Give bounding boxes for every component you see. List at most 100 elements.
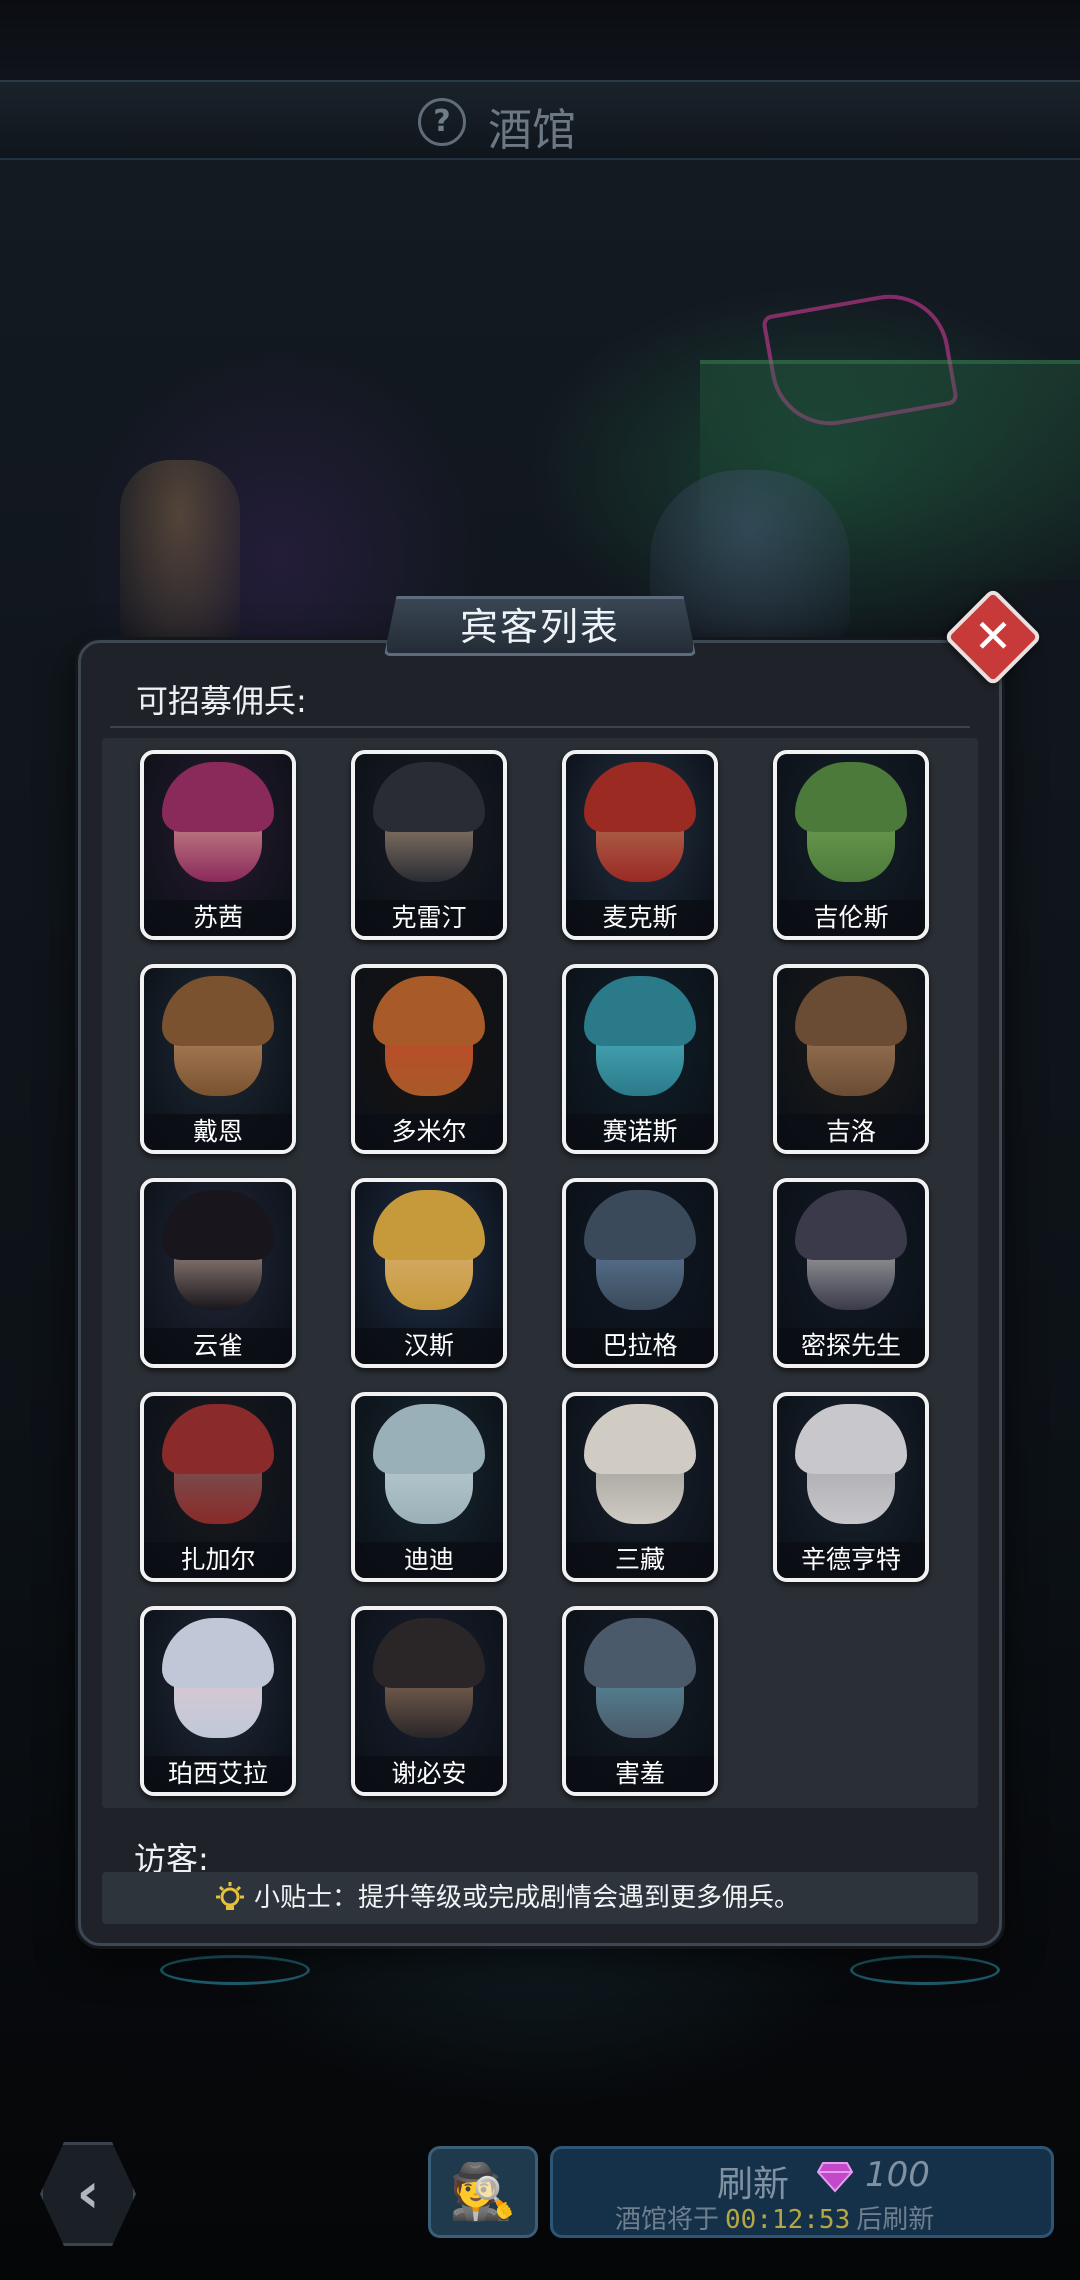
spy-icon: 🕵 xyxy=(449,2160,517,2223)
mercenary-card[interactable]: 云雀 xyxy=(140,1178,296,1368)
mercenary-name: 三藏 xyxy=(566,1542,714,1578)
tip-bar: 小贴士：提升等级或完成剧情会遇到更多佣兵。 xyxy=(102,1872,978,1924)
mercenary-portrait xyxy=(144,1610,292,1760)
mercenary-name: 麦克斯 xyxy=(566,900,714,936)
mercenary-name: 吉伦斯 xyxy=(777,900,925,936)
section-divider xyxy=(110,726,970,728)
mercenary-card[interactable]: 多米尔 xyxy=(351,964,507,1154)
mercenary-portrait xyxy=(144,1396,292,1546)
mercenary-grid: 苏茜 克雷汀 麦克斯 吉伦斯戴恩 多米尔 赛诺斯 吉洛云雀 汉斯 巴拉格 密探先生扎加尔 迪迪 三藏 辛… xyxy=(102,738,978,1808)
mercenary-card[interactable]: 珀西艾拉 xyxy=(140,1606,296,1796)
gem-icon xyxy=(817,2162,853,2193)
mercenary-card[interactable]: 扎加尔 xyxy=(140,1392,296,1582)
portrait-hair xyxy=(584,1404,696,1474)
mercenary-name: 汉斯 xyxy=(355,1328,503,1364)
refresh-timer: 00:12:53 xyxy=(725,2205,851,2235)
page-title: 酒馆 xyxy=(488,105,576,156)
mercenary-portrait xyxy=(566,1610,714,1760)
portrait-hair xyxy=(162,762,274,832)
mercenary-portrait xyxy=(777,1182,925,1332)
mercenary-portrait xyxy=(355,754,503,904)
mercenary-portrait xyxy=(777,1396,925,1546)
mercenary-card[interactable]: 汉斯 xyxy=(351,1178,507,1368)
mercenary-name: 迪迪 xyxy=(355,1542,503,1578)
mercenary-name: 害羞 xyxy=(566,1756,714,1792)
mercenary-name: 云雀 xyxy=(144,1328,292,1364)
refresh-button[interactable]: 刷新 100 酒馆将于 00:12:53 后刷新 xyxy=(550,2146,1054,2238)
mercenary-portrait xyxy=(777,754,925,904)
mercenary-card[interactable]: 辛德亨特 xyxy=(773,1392,929,1582)
mercenary-name: 克雷汀 xyxy=(355,900,503,936)
mercenary-card[interactable]: 赛诺斯 xyxy=(562,964,718,1154)
portrait-hair xyxy=(795,1404,907,1474)
mercenary-name: 赛诺斯 xyxy=(566,1114,714,1150)
mercenary-card[interactable]: 谢必安 xyxy=(351,1606,507,1796)
agent-button[interactable]: 🕵 xyxy=(428,2146,538,2238)
mercenary-portrait xyxy=(566,968,714,1118)
mercenary-name: 谢必安 xyxy=(355,1756,503,1792)
portrait-hair xyxy=(584,1190,696,1260)
mercenary-portrait xyxy=(355,1610,503,1760)
floor-glow-ring xyxy=(850,1955,1000,1985)
mercenary-portrait xyxy=(355,1396,503,1546)
mercenary-name: 密探先生 xyxy=(777,1328,925,1364)
mercenary-name: 戴恩 xyxy=(144,1114,292,1150)
mercenary-portrait xyxy=(566,754,714,904)
refresh-suffix: 后刷新 xyxy=(856,2205,935,2235)
mercenary-card[interactable]: 害羞 xyxy=(562,1606,718,1796)
tip-text: 小贴士：提升等级或完成剧情会遇到更多佣兵。 xyxy=(254,1883,801,1913)
mercenary-portrait xyxy=(566,1182,714,1332)
panel-title: 宾客列表 xyxy=(459,605,620,649)
portrait-hair xyxy=(373,1618,485,1688)
portrait-hair xyxy=(584,1618,696,1688)
refresh-countdown: 酒馆将于 00:12:53 后刷新 xyxy=(615,2199,934,2236)
refresh-prefix: 酒馆将于 xyxy=(615,2205,720,2235)
panel-header: 宾客列表 xyxy=(384,596,696,656)
portrait-hair xyxy=(373,976,485,1046)
portrait-hair xyxy=(795,1190,907,1260)
mercenary-portrait xyxy=(144,1182,292,1332)
mercenary-portrait xyxy=(566,1396,714,1546)
mercenary-card[interactable]: 吉洛 xyxy=(773,964,929,1154)
lightbulb-icon xyxy=(216,1882,244,1910)
mercenary-name: 多米尔 xyxy=(355,1114,503,1150)
recruitable-label: 可招募佣兵: xyxy=(136,682,307,720)
help-icon[interactable]: ? xyxy=(418,98,466,146)
mercenary-name: 苏茜 xyxy=(144,900,292,936)
portrait-hair xyxy=(373,1190,485,1260)
mercenary-card[interactable]: 麦克斯 xyxy=(562,750,718,940)
mercenary-card[interactable]: 巴拉格 xyxy=(562,1178,718,1368)
portrait-hair xyxy=(373,762,485,832)
portrait-hair xyxy=(162,976,274,1046)
portrait-hair xyxy=(795,976,907,1046)
top-bar: ? 酒馆 xyxy=(0,80,1080,160)
mercenary-card[interactable]: 密探先生 xyxy=(773,1178,929,1368)
portrait-hair xyxy=(162,1618,274,1688)
mercenary-portrait xyxy=(144,968,292,1118)
mercenary-card[interactable]: 迪迪 xyxy=(351,1392,507,1582)
mercenary-portrait xyxy=(777,968,925,1118)
mercenary-name: 辛德亨特 xyxy=(777,1542,925,1578)
portrait-hair xyxy=(584,762,696,832)
mercenary-card[interactable]: 苏茜 xyxy=(140,750,296,940)
gem-cost: 100 xyxy=(865,2155,930,2195)
background-character-left xyxy=(120,460,240,640)
back-arrow-icon: ‹ xyxy=(76,2161,100,2226)
portrait-hair xyxy=(795,762,907,832)
portrait-hair xyxy=(162,1190,274,1260)
mercenary-portrait xyxy=(144,754,292,904)
portrait-hair xyxy=(162,1404,274,1474)
mercenary-card[interactable]: 克雷汀 xyxy=(351,750,507,940)
mercenary-portrait xyxy=(355,968,503,1118)
portrait-hair xyxy=(373,1404,485,1474)
mercenary-card[interactable]: 戴恩 xyxy=(140,964,296,1154)
mercenary-name: 巴拉格 xyxy=(566,1328,714,1364)
mercenary-name: 扎加尔 xyxy=(144,1542,292,1578)
mercenary-portrait xyxy=(355,1182,503,1332)
mercenary-card[interactable]: 吉伦斯 xyxy=(773,750,929,940)
close-icon: ✕ xyxy=(973,609,1013,663)
mercenary-name: 吉洛 xyxy=(777,1114,925,1150)
mercenary-card[interactable]: 三藏 xyxy=(562,1392,718,1582)
mercenary-name: 珀西艾拉 xyxy=(144,1756,292,1792)
portrait-hair xyxy=(584,976,696,1046)
